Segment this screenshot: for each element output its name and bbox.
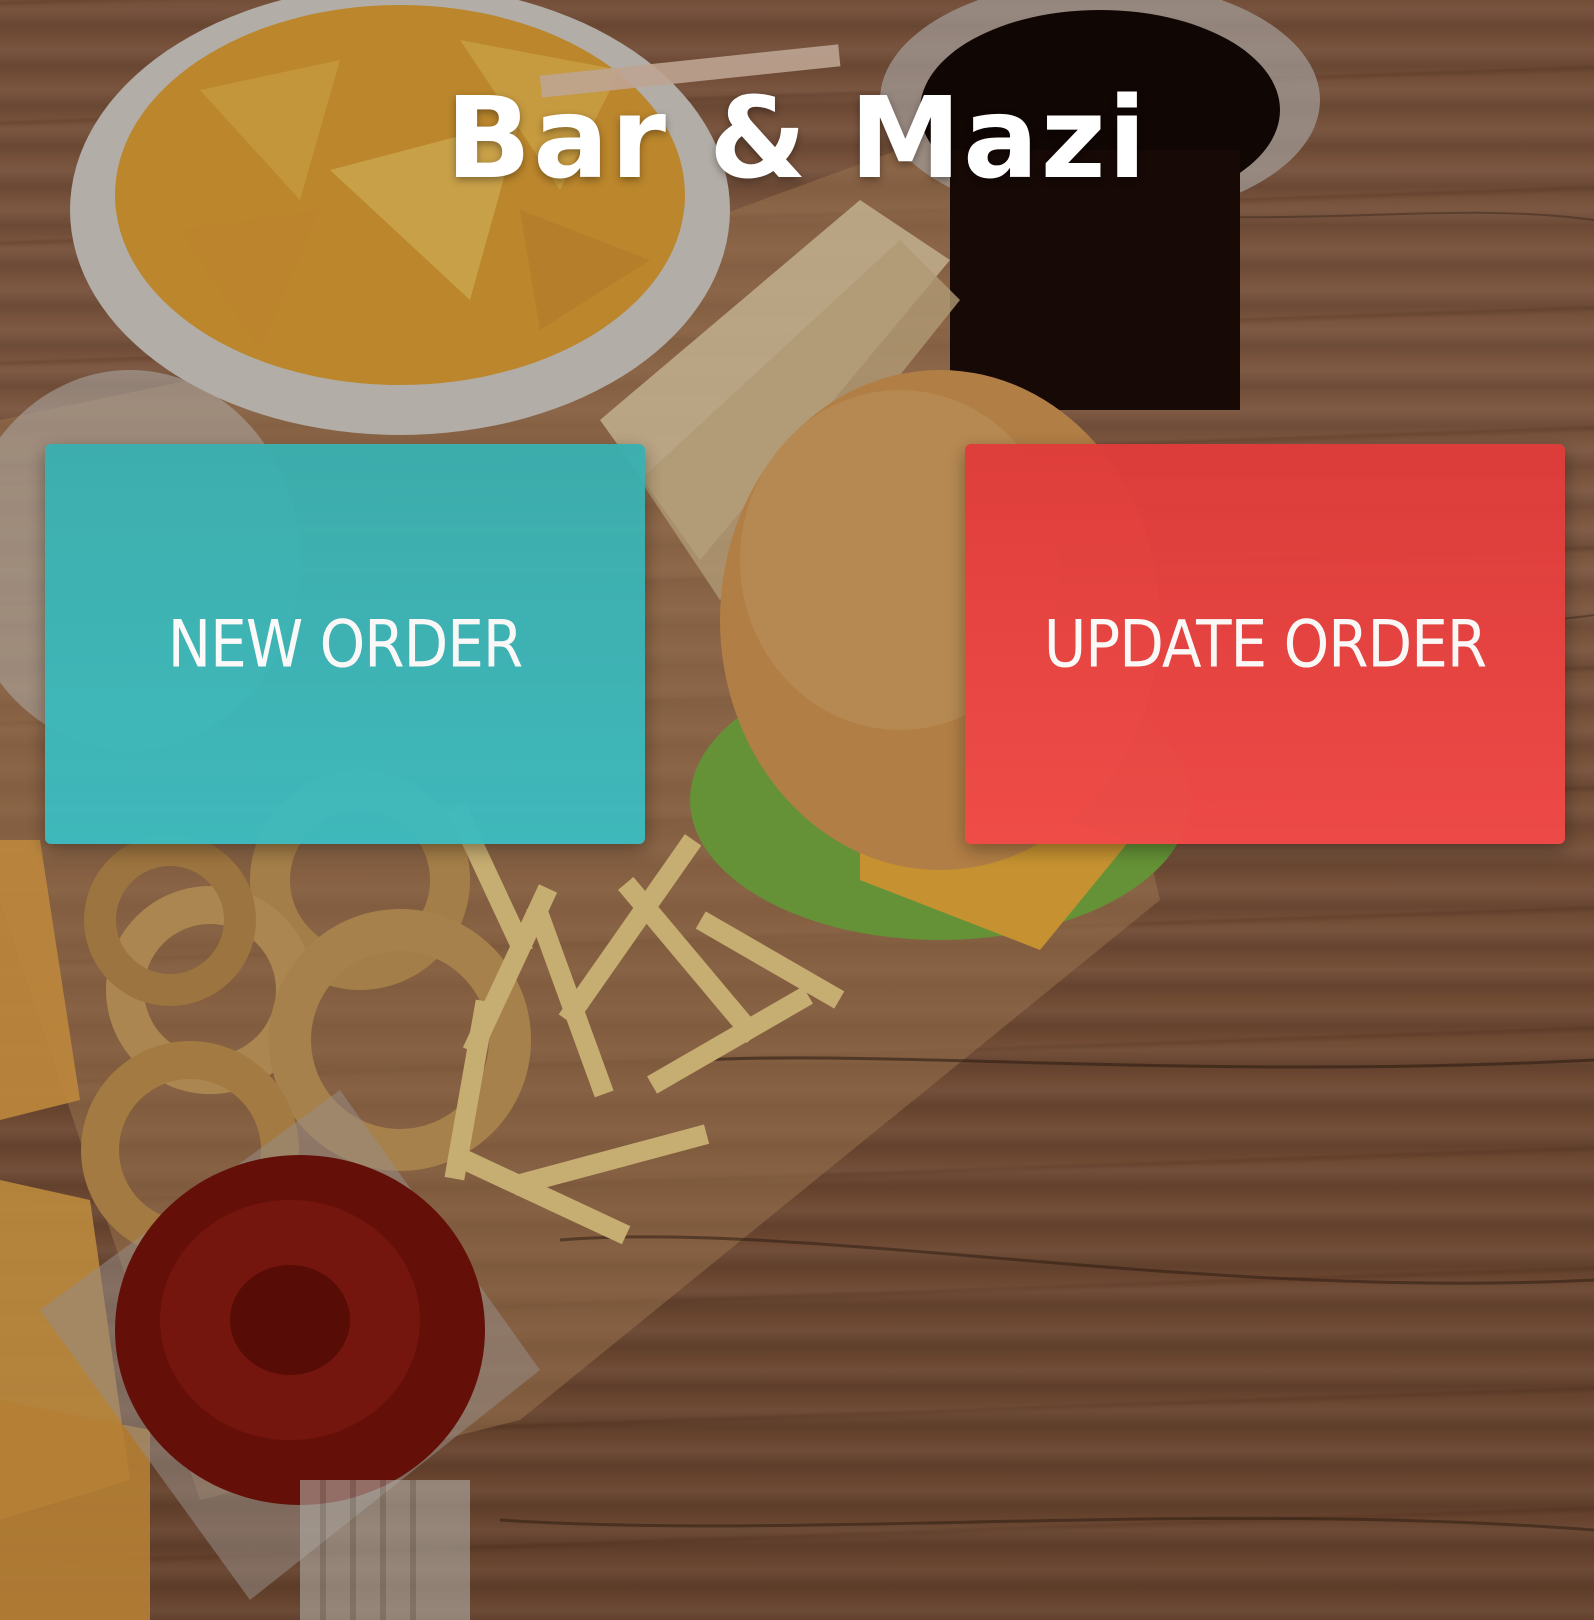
app-title: Bar & Mazi <box>445 74 1149 204</box>
update-order-label: UPDATE ORDER <box>1043 605 1487 683</box>
new-order-button[interactable]: NEW ORDER <box>45 444 645 844</box>
update-order-button[interactable]: UPDATE ORDER <box>965 444 1565 844</box>
app-screen: Bar & Mazi NEW ORDER UPDATE ORDER <box>0 0 1594 1620</box>
new-order-label: NEW ORDER <box>167 605 523 683</box>
